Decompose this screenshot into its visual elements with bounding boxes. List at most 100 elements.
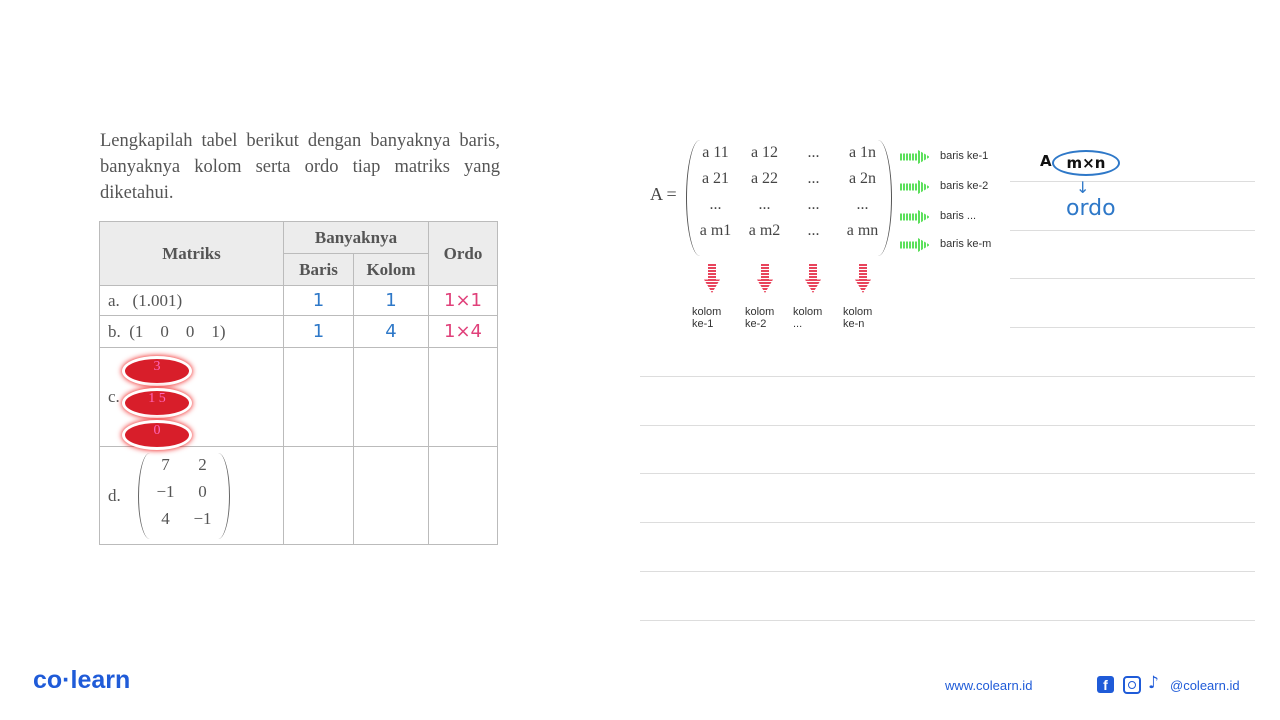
row-label: baris ... [940, 210, 977, 222]
column-label-line: kolom [745, 306, 775, 318]
column-arrow-icon [757, 263, 773, 293]
matrix-cell: 0 [198, 482, 207, 501]
column-label-line: ke-2 [745, 318, 767, 330]
ruled-line [1010, 327, 1255, 328]
column-label-line: kolom [692, 306, 722, 318]
table-row: d. 7 2 −1 0 4 −1 [99, 446, 498, 545]
row-label: d. [108, 485, 121, 505]
general-matrix: a 11 a 12... a 1n a 21 a 22... a 2n..........… [686, 140, 892, 256]
matrix-cell: ... [709, 196, 722, 213]
row-arrow-icon [900, 180, 930, 194]
matrix-row: 1 5 [122, 388, 192, 418]
baris-value: 1 [283, 285, 354, 316]
matrix-cell: a 21 [701, 170, 730, 187]
matrix-cell: a 1n [848, 144, 877, 161]
matrix-cell: ... [807, 170, 820, 187]
matrix-table: Matriks Banyaknya Ordo Baris Kolom a. (1… [99, 221, 498, 545]
matrix-cell: ... [758, 196, 771, 213]
matrix-cell: a 12 [750, 144, 779, 161]
row-label: a. [108, 290, 120, 310]
matrix-cell: ... [807, 144, 820, 161]
column-label: kolom ke-2 [745, 306, 774, 330]
header-baris: Baris [283, 253, 354, 286]
row-arrow-icon [900, 238, 930, 252]
ruled-line [640, 425, 1255, 426]
note-a: A [1040, 152, 1052, 170]
matrix-cell: −1 [156, 482, 175, 501]
header-matriks: Matriks [99, 221, 284, 286]
column-arrow-icon [855, 263, 871, 293]
row-label: b. [108, 321, 121, 341]
note-order-circled: m×n [1052, 150, 1120, 176]
ruled-line [640, 620, 1255, 621]
ruled-line [640, 473, 1255, 474]
matrix-cell: a m1 [699, 222, 732, 239]
column-arrow-icon [704, 263, 720, 293]
kolom-value: 4 [353, 315, 429, 348]
ruled-line [1010, 278, 1255, 279]
question-text: Lengkapilah tabel berikut dengan banyakn… [100, 131, 500, 203]
table-row: a. (1.001) 1 1 1×1 [99, 285, 498, 316]
facebook-icon[interactable]: f [1097, 676, 1114, 693]
kolom-value [353, 446, 429, 545]
column-label: kolom ke-1 [692, 306, 721, 330]
matrix-d: 7 2 −1 0 4 −1 [138, 453, 230, 539]
ruled-line [640, 522, 1255, 523]
ordo-value: 1×1 [428, 285, 498, 316]
row-arrow-icon [900, 150, 930, 164]
matrix-cell: a 2n [848, 170, 877, 187]
header-kolom: Kolom [353, 253, 429, 286]
matrix-cell: ... [807, 222, 820, 239]
matrix-cell: 4 [161, 509, 170, 528]
matrix-cell: a mn [846, 222, 879, 239]
ruled-line [640, 571, 1255, 572]
matrix-cell: ... [807, 196, 820, 213]
instagram-icon[interactable] [1123, 676, 1141, 694]
arrow-down-icon: ↓ [1076, 178, 1090, 197]
column-arrow-icon [805, 263, 821, 293]
ruled-line [1010, 230, 1255, 231]
ordo-value [428, 347, 498, 447]
table-row: c. 3 1 5 0 [99, 347, 498, 450]
ruled-line [640, 376, 1255, 377]
baris-value: 1 [283, 315, 354, 348]
social-handle: @colearn.id [1170, 678, 1240, 693]
kolom-value: 1 [353, 285, 429, 316]
table-row: b. (1 0 0 1) 1 4 1×4 [99, 315, 498, 348]
colearn-logo: co·learn [33, 666, 131, 694]
matrix-cell: 2 [198, 455, 207, 474]
column-label-line: kolom [793, 306, 823, 318]
matrix-cell: 7 [161, 455, 170, 474]
baris-value [283, 347, 354, 447]
matrix-value: (1.001) [132, 290, 183, 310]
note-ordo: ordo [1066, 196, 1116, 221]
tiktok-icon[interactable]: ♪ [1148, 673, 1159, 693]
matrix-cell: a m2 [748, 222, 781, 239]
header-ordo: Ordo [428, 221, 498, 286]
row-label: baris ke-m [940, 238, 992, 250]
column-label: kolom... [793, 306, 822, 330]
column-label-line: ke-n [843, 318, 865, 330]
row-label: baris ke-1 [940, 150, 989, 162]
matrix-cell: a 22 [750, 170, 779, 187]
matrix-c-highlighted: 3 1 5 0 [122, 354, 192, 452]
baris-value [283, 446, 354, 545]
header-banyaknya: Banyaknya [283, 221, 429, 254]
matrix-cell: −1 [193, 509, 212, 528]
matrix-cell: a 11 [702, 144, 729, 161]
ordo-value: 1×4 [428, 315, 498, 348]
row-label: baris ke-2 [940, 180, 989, 192]
matrix-cell: ... [856, 196, 869, 213]
column-label-line: ... [793, 318, 803, 330]
matrix-lhs: A = [650, 184, 677, 204]
column-label-line: kolom [843, 306, 873, 318]
column-label-line: ke-1 [692, 318, 714, 330]
ordo-value [428, 446, 498, 545]
kolom-value [353, 347, 429, 447]
row-label: c. [108, 387, 120, 406]
website-link[interactable]: www.colearn.id [945, 678, 1032, 693]
ruled-line [1010, 181, 1255, 182]
matrix-row: 3 [122, 356, 192, 386]
matrix-row: 0 [122, 420, 192, 450]
row-arrow-icon [900, 210, 930, 224]
